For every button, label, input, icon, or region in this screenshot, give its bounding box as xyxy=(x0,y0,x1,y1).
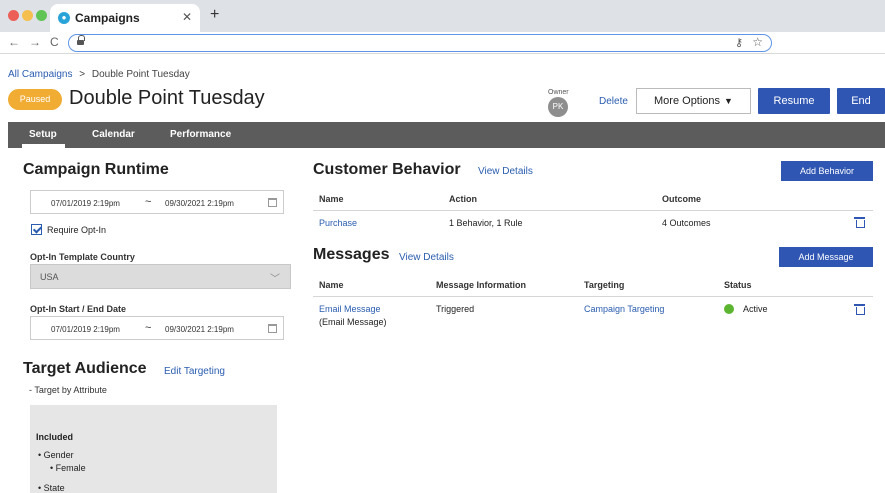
owner-avatar[interactable]: PK xyxy=(548,97,568,117)
list-item: • State xyxy=(38,483,65,493)
window-maximize-button[interactable] xyxy=(36,10,47,21)
runtime-end-date: 09/30/2021 2:19pm xyxy=(165,199,234,208)
tab-title: Campaigns xyxy=(75,11,140,25)
campaign-subnav: Setup Calendar Performance xyxy=(8,122,885,148)
delete-link[interactable]: Delete xyxy=(599,96,628,107)
active-tab-indicator xyxy=(22,144,65,148)
delete-behavior-trash-icon[interactable] xyxy=(854,217,865,228)
campaign-runtime-title: Campaign Runtime xyxy=(23,161,169,178)
runtime-start-date: 07/01/2019 2:19pm xyxy=(51,199,120,208)
message-status: Active xyxy=(743,304,768,314)
behavior-name-link[interactable]: Purchase xyxy=(319,218,357,228)
messages-col-name: Name xyxy=(319,280,344,290)
tab-setup[interactable]: Setup xyxy=(29,129,57,140)
template-country-select[interactable]: USA ﹀ xyxy=(30,264,291,289)
attribute-gender-value: Female xyxy=(55,463,86,473)
add-message-button[interactable]: Add Message xyxy=(779,247,873,267)
target-audience-title: Target Audience xyxy=(23,360,147,377)
template-country-value: USA xyxy=(40,272,59,282)
tab-performance[interactable]: Performance xyxy=(170,129,231,140)
owner-label: Owner xyxy=(548,89,569,96)
attribute-panel: Included • Gender • Female • State xyxy=(30,405,277,493)
behavior-col-action: Action xyxy=(449,194,477,204)
more-options-label: More Options xyxy=(654,95,721,107)
behavior-view-details-link[interactable]: View Details xyxy=(478,166,533,177)
behavior-outcome: 4 Outcomes xyxy=(662,218,711,228)
app-favicon-icon: ● xyxy=(58,12,70,24)
list-item: • Female xyxy=(50,463,86,473)
breadcrumb-current: Double Point Tuesday xyxy=(91,69,190,80)
breadcrumb-separator: > xyxy=(79,69,86,80)
date-range-separator: ~ xyxy=(145,322,152,334)
behavior-col-name: Name xyxy=(319,194,344,204)
active-status-icon xyxy=(724,304,734,314)
messages-col-info: Message Information xyxy=(436,280,527,290)
template-country-label: Opt-In Template Country xyxy=(30,252,135,262)
behavior-col-outcome: Outcome xyxy=(662,194,702,204)
messages-col-targeting: Targeting xyxy=(584,280,625,290)
list-item: • Gender xyxy=(38,450,74,460)
lock-icon xyxy=(77,35,85,46)
add-behavior-button[interactable]: Add Behavior xyxy=(781,161,873,181)
messages-col-status: Status xyxy=(724,280,752,290)
messages-title: Messages xyxy=(313,246,390,263)
calendar-icon[interactable] xyxy=(268,324,277,333)
end-button[interactable]: End xyxy=(837,88,885,114)
message-info: Triggered xyxy=(436,304,475,314)
chevron-down-icon: ﹀ xyxy=(270,274,280,285)
customer-behavior-title: Customer Behavior xyxy=(313,161,461,178)
message-type: (Email Message) xyxy=(319,317,387,327)
window-close-button[interactable] xyxy=(8,10,19,21)
status-badge: Paused xyxy=(8,89,62,110)
chevron-down-icon: ▼ xyxy=(724,96,733,106)
tab-calendar[interactable]: Calendar xyxy=(92,129,135,140)
calendar-icon[interactable] xyxy=(268,198,277,207)
page-title: Double Point Tuesday xyxy=(69,87,265,109)
runtime-date-range-input[interactable]: 07/01/2019 2:19pm ~ 09/30/2021 2:19pm xyxy=(30,190,284,214)
target-by-attribute-toggle[interactable]: - Target by Attribute xyxy=(29,385,107,395)
optin-end-date: 09/30/2021 2:19pm xyxy=(165,325,234,334)
behavior-action: 1 Behavior, 1 Rule xyxy=(449,218,523,228)
optin-start-date: 07/01/2019 2:19pm xyxy=(51,325,120,334)
date-range-separator: ~ xyxy=(145,196,152,208)
divider xyxy=(313,296,873,297)
window-minimize-button[interactable] xyxy=(22,10,33,21)
message-name-link[interactable]: Email Message xyxy=(319,304,381,314)
resume-button[interactable]: Resume xyxy=(758,88,830,114)
attribute-gender: Gender xyxy=(43,450,74,460)
delete-message-trash-icon[interactable] xyxy=(854,304,865,315)
divider xyxy=(313,210,873,211)
bookmark-star-icon[interactable]: ☆ xyxy=(752,35,763,49)
browser-tab-bar: ● Campaigns ✕ + xyxy=(0,0,885,32)
message-targeting-link[interactable]: Campaign Targeting xyxy=(584,304,664,314)
optin-dates-label: Opt-In Start / End Date xyxy=(30,304,127,314)
address-bar[interactable]: ⚷ ☆ xyxy=(68,34,772,52)
browser-toolbar: ← → C ⚷ ☆ xyxy=(0,32,885,54)
browser-tab-campaigns[interactable]: ● Campaigns ✕ xyxy=(50,4,200,32)
messages-view-details-link[interactable]: View Details xyxy=(399,252,454,263)
more-options-button[interactable]: More Options ▼ xyxy=(636,88,751,114)
new-tab-button[interactable]: + xyxy=(210,6,219,24)
back-icon[interactable]: ← xyxy=(8,35,20,49)
breadcrumb-all-campaigns[interactable]: All Campaigns xyxy=(8,69,72,80)
included-heading: Included xyxy=(36,432,74,442)
require-optin-label: Require Opt-In xyxy=(47,225,107,235)
require-optin-checkbox[interactable] xyxy=(31,224,42,235)
edit-targeting-link[interactable]: Edit Targeting xyxy=(164,366,225,377)
attribute-state: State xyxy=(43,483,65,493)
optin-date-range-input[interactable]: 07/01/2019 2:19pm ~ 09/30/2021 2:19pm xyxy=(30,316,284,340)
tab-close-icon[interactable]: ✕ xyxy=(182,10,192,24)
key-icon[interactable]: ⚷ xyxy=(735,36,743,49)
reload-icon[interactable]: C xyxy=(50,35,59,49)
forward-icon[interactable]: → xyxy=(29,35,41,49)
breadcrumb: All Campaigns > Double Point Tuesday xyxy=(8,69,190,80)
